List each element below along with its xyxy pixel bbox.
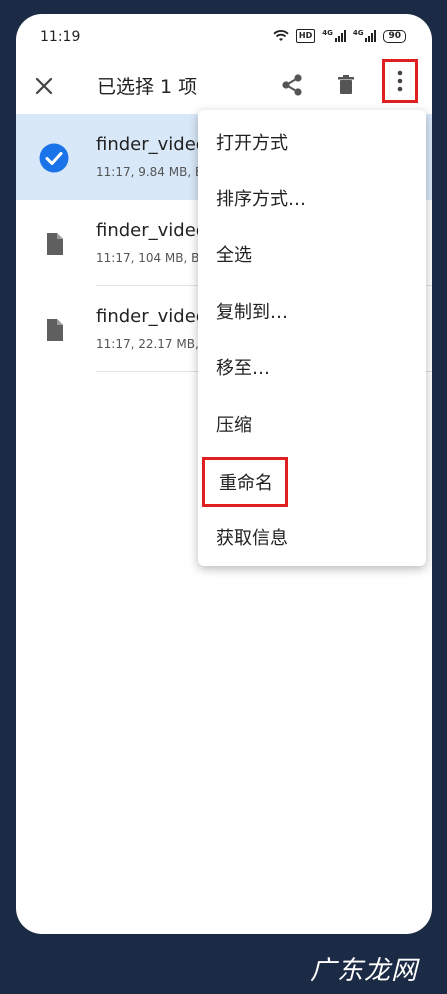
watermark: 广东龙网 (310, 956, 419, 986)
signal-label-2: 4G (352, 29, 364, 37)
delete-button[interactable] (332, 71, 360, 99)
status-icons: HD 4G 4G 90 (273, 29, 406, 43)
menu-item-label: 压缩 (216, 415, 252, 436)
menu-item-label: 复制到… (216, 302, 288, 323)
selection-toolbar: 已选择 1 项 (16, 58, 432, 114)
menu-item-get-info[interactable]: 获取信息 (198, 509, 426, 565)
check-circle-icon[interactable] (38, 142, 70, 174)
more-options-button[interactable] (382, 59, 418, 103)
menu-item-rename[interactable]: 重命名 (198, 452, 426, 508)
status-time: 11:19 (40, 29, 81, 45)
signal-icon: 4G (322, 30, 346, 42)
menu-item-label: 打开方式 (216, 133, 288, 154)
menu-item-label: 排序方式… (216, 189, 306, 210)
menu-item-label: 全选 (216, 245, 252, 266)
signal-icon-2: 4G (353, 30, 377, 42)
file-icon (47, 319, 63, 341)
menu-item-copy-to[interactable]: 复制到… (198, 283, 426, 339)
selection-title: 已选择 1 项 (97, 76, 198, 98)
status-bar: 11:19 HD 4G 4G 90 (16, 14, 432, 58)
trash-icon (338, 75, 354, 94)
battery-icon: 90 (383, 29, 406, 43)
menu-item-label: 获取信息 (216, 528, 288, 549)
menu-item-sort-by[interactable]: 排序方式… (198, 170, 426, 226)
phone-screen: 11:19 HD 4G 4G 90 已选择 1 项 finder_video_ … (16, 14, 432, 934)
share-button[interactable] (278, 71, 306, 99)
menu-item-compress[interactable]: 压缩 (198, 396, 426, 452)
file-meta: 11:17, 104 MB, BIN (96, 251, 212, 265)
menu-item-label: 移至… (216, 358, 270, 379)
menu-item-move-to[interactable]: 移至… (198, 339, 426, 395)
signal-label: 4G (322, 29, 333, 37)
overflow-menu: 打开方式 排序方式… 全选 复制到… 移至… 压缩 重命名 获取信息 (198, 110, 426, 566)
hd-icon: HD (295, 29, 316, 43)
more-vert-icon (397, 70, 403, 92)
close-icon (35, 77, 53, 95)
close-button[interactable] (30, 72, 58, 100)
wifi-icon (273, 30, 289, 41)
menu-item-select-all[interactable]: 全选 (198, 226, 426, 282)
menu-item-label: 重命名 (202, 457, 288, 507)
share-icon (282, 74, 302, 96)
file-meta: 11:17, 22.17 MB, B (96, 337, 211, 351)
menu-item-open-with[interactable]: 打开方式 (198, 114, 426, 170)
file-icon (47, 233, 63, 255)
file-meta: 11:17, 9.84 MB, BI (96, 165, 207, 179)
